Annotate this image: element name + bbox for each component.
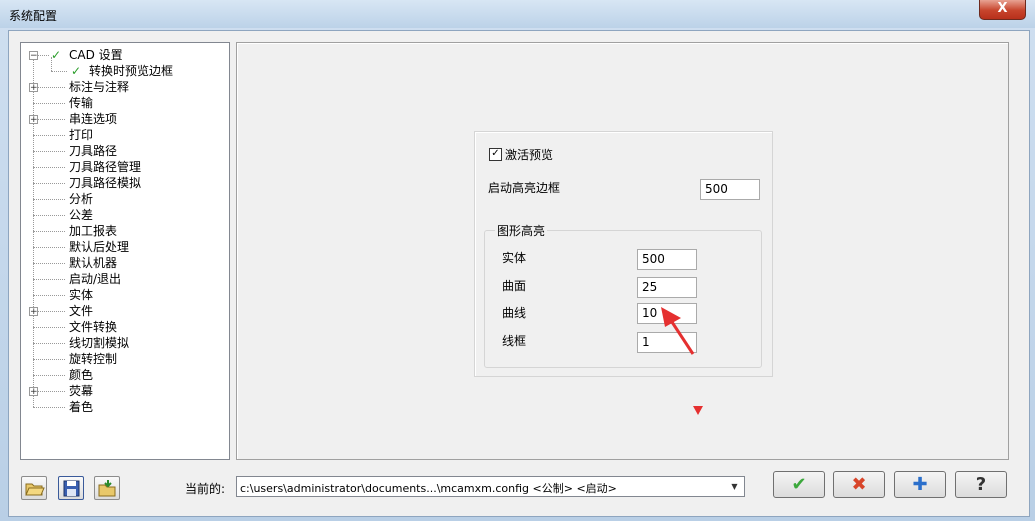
tree-item[interactable]: + 标注与注释 — [21, 79, 227, 95]
config-path-text: c:\users\administrator\documents...\mcam… — [240, 482, 617, 495]
tree-item-label: 文件转换 — [69, 320, 118, 334]
tree-item-label: 启动/退出 — [69, 272, 122, 286]
tree-item-label: 转换时预览边框 — [89, 64, 174, 78]
tree-item-label: 打印 — [69, 128, 94, 142]
tree-connector-line — [51, 71, 67, 72]
tree-item[interactable]: 旋转控制 — [21, 351, 227, 367]
close-button[interactable]: X — [979, 0, 1026, 20]
tree-item-label: 串连选项 — [69, 112, 118, 126]
settings-panel: ✓ 激活预览 启动高亮边框 500 图形高亮 实体 500 曲面 25 曲线 1… — [236, 42, 1009, 460]
tree-connector-line — [33, 231, 65, 232]
window-title: 系统配置 — [9, 9, 58, 23]
tree-item[interactable]: 颜色 — [21, 367, 227, 383]
expand-icon[interactable]: + — [29, 115, 38, 125]
tree-connector-line — [33, 343, 65, 344]
dialog-client-area: − ✓ CAD 设置 ✓ 转换时预览边框 + 标注与注释传输 + 串连选项打印刀具路径刀具路径管… — [8, 30, 1030, 517]
tree-item[interactable]: + 文件 — [21, 303, 227, 319]
tree-item[interactable]: + 串连选项 — [21, 111, 227, 127]
tree-connector-line — [33, 199, 65, 200]
tree-connector-line — [51, 57, 52, 71]
chevron-down-icon[interactable]: ▼ — [726, 478, 743, 495]
tree-item-label: 传输 — [69, 96, 94, 110]
check-icon: ✓ — [71, 64, 82, 78]
tree-connector-line — [33, 327, 65, 328]
tree-item[interactable]: 加工报表 — [21, 223, 227, 239]
open-config-button[interactable] — [21, 476, 47, 500]
expand-icon[interactable]: + — [29, 387, 38, 397]
open-folder-icon — [25, 483, 45, 496]
tree-item[interactable]: 打印 — [21, 127, 227, 143]
red-annotation-arrow — [661, 307, 695, 355]
tree-connector-line — [33, 359, 65, 360]
tree-item-label: 默认机器 — [69, 256, 118, 270]
dialog-window: 系统配置 X − ✓ CAD 设置 ✓ 转换时预览边框 + 标注与注释传输 + 串连选项打印刀具… — [0, 0, 1035, 521]
tree-item[interactable]: 公差 — [21, 207, 227, 223]
tree-connector-line — [33, 375, 65, 376]
tree-item[interactable]: + 荧幕 — [21, 383, 227, 399]
tree-item-label: 着色 — [69, 400, 94, 414]
tree-item-label: 颜色 — [69, 368, 94, 382]
expand-icon[interactable]: + — [29, 83, 38, 93]
title-bar[interactable]: 系统配置 X — [0, 0, 1035, 28]
tree-item[interactable]: 刀具路径管理 — [21, 159, 227, 175]
tree-connector-line — [33, 295, 65, 296]
tree-item-label: 刀具路径管理 — [69, 160, 142, 174]
tree-item[interactable]: 刀具路径模拟 — [21, 175, 227, 191]
tree-subitem[interactable]: ✓ 转换时预览边框 — [21, 57, 227, 79]
tree-item[interactable]: 刀具路径 — [21, 143, 227, 159]
tree-connector-line — [33, 247, 65, 248]
tree-item-label: 标注与注释 — [69, 80, 130, 94]
tree-connector-line — [33, 103, 65, 104]
config-file-select[interactable]: c:\users\administrator\documents...\mcam… — [236, 476, 745, 497]
tree-item-label: 旋转控制 — [69, 352, 118, 366]
tree-connector-line — [33, 263, 65, 264]
tree-item-label: 加工报表 — [69, 224, 118, 238]
tree-item[interactable]: 文件转换 — [21, 319, 227, 335]
tree-item[interactable]: 启动/退出 — [21, 271, 227, 287]
tree-item-label: 线切割模拟 — [69, 336, 130, 350]
cancel-button[interactable]: ✖ — [833, 471, 885, 498]
tree-item[interactable]: 分析 — [21, 191, 227, 207]
check-icon: ✓ — [51, 48, 62, 62]
settings-tree[interactable]: − ✓ CAD 设置 ✓ 转换时预览边框 + 标注与注释传输 + 串连选项打印刀具路径刀具路径管… — [20, 42, 230, 460]
tree-item-label: 刀具路径模拟 — [69, 176, 142, 190]
folder-merge-icon — [98, 480, 116, 497]
tree-item[interactable]: 着色 — [21, 399, 227, 415]
tree-item[interactable]: 传输 — [21, 95, 227, 111]
tree-item[interactable]: 默认机器 — [21, 255, 227, 271]
tree-connector-line — [33, 183, 65, 184]
tree-connector-line — [33, 215, 65, 216]
help-button[interactable]: ? — [955, 471, 1007, 498]
tree-item-label: 荧幕 — [69, 384, 94, 398]
collapse-icon[interactable]: − — [29, 51, 38, 61]
tree-item-label: CAD 设置 — [69, 48, 123, 62]
tree-item-label: 公差 — [69, 208, 94, 222]
tree-item-label: 刀具路径 — [69, 144, 118, 158]
tree-connector-line — [33, 407, 65, 408]
merge-config-button[interactable] — [94, 476, 120, 500]
tree-connector-line — [33, 167, 65, 168]
ok-button[interactable]: ✔ — [773, 471, 825, 498]
tree-item[interactable]: 实体 — [21, 287, 227, 303]
expand-icon[interactable]: + — [29, 307, 38, 317]
tree-item-label: 实体 — [69, 288, 94, 302]
apply-button[interactable]: ✚ — [894, 471, 946, 498]
tree-item-label: 默认后处理 — [69, 240, 130, 254]
save-disk-icon — [63, 480, 80, 497]
tree-item[interactable]: 默认后处理 — [21, 239, 227, 255]
tree-connector-line — [33, 151, 65, 152]
save-config-button[interactable] — [58, 476, 84, 500]
current-config-label: 当前的: — [185, 482, 226, 496]
tree-item-label: 文件 — [69, 304, 94, 318]
tree-connector-line — [33, 135, 65, 136]
tree-item-label: 分析 — [69, 192, 94, 206]
tree-item[interactable]: 线切割模拟 — [21, 335, 227, 351]
tree-connector-line — [33, 279, 65, 280]
